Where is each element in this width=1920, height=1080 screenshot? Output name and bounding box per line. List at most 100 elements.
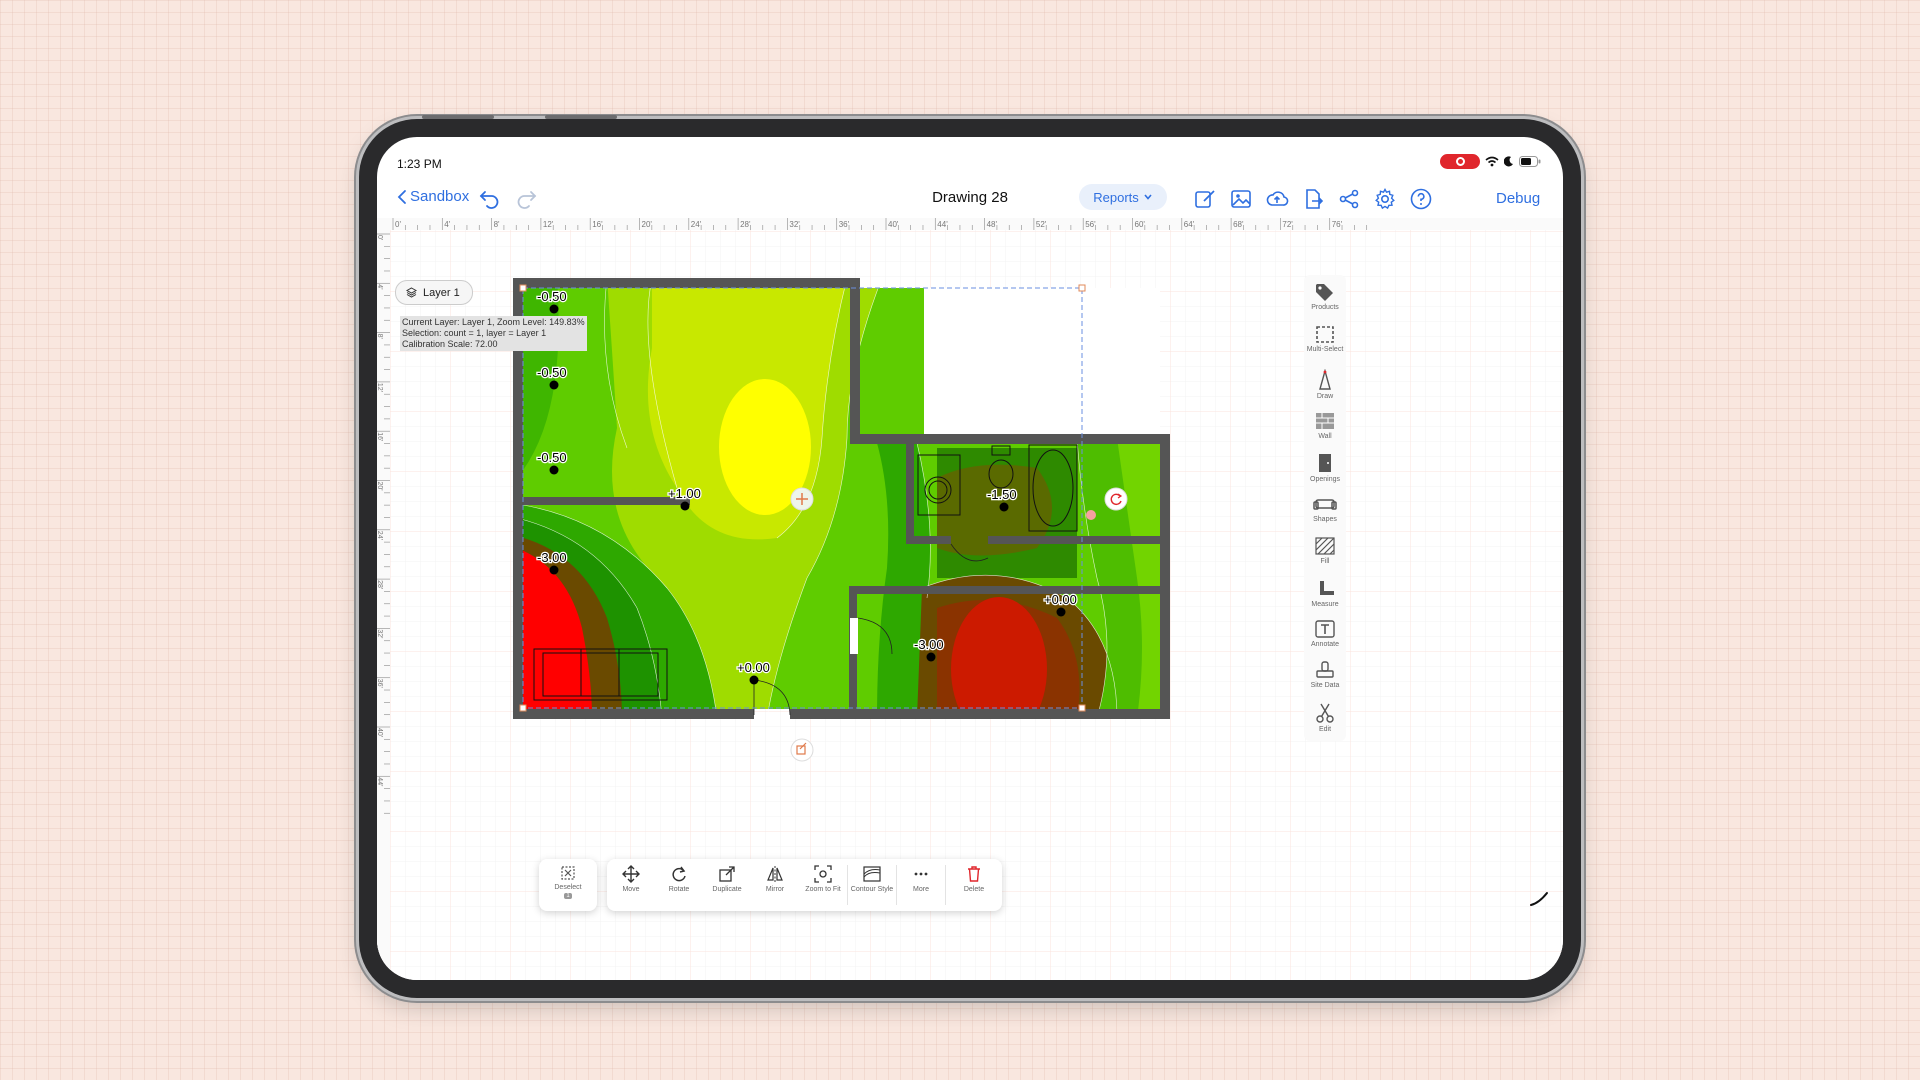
point-label: -0.50 <box>537 289 567 304</box>
ruler-label: 32' <box>377 629 383 638</box>
ruler-label: 60' <box>1135 220 1146 229</box>
tool-multi-select[interactable]: Multi-Select <box>1304 321 1346 361</box>
tool-annotate[interactable]: Annotate <box>1304 616 1346 656</box>
export-document-icon[interactable] <box>1301 187 1325 211</box>
debug-button[interactable]: Debug <box>1496 190 1540 207</box>
tool-palette: Products Multi-Select Draw Wall Openings… <box>1304 275 1346 741</box>
ruler-label: 52' <box>1036 220 1047 229</box>
top-ruler <box>377 218 1563 230</box>
tool-edit[interactable]: Edit <box>1304 699 1346 739</box>
pencil-indicator-icon <box>1530 892 1548 906</box>
ruler-label: 24' <box>377 531 383 540</box>
ruler-label: 40' <box>888 220 899 229</box>
back-button-label: Sandbox <box>410 188 470 205</box>
point-marker[interactable] <box>549 380 559 390</box>
volume-button <box>422 115 494 119</box>
move-handle[interactable] <box>790 487 814 511</box>
tool-products[interactable]: Products <box>1304 279 1346 319</box>
action-label: Mirror <box>765 886 785 893</box>
edge-handle[interactable] <box>1086 510 1096 520</box>
image-icon[interactable] <box>1229 187 1253 211</box>
point-marker[interactable] <box>749 675 759 685</box>
point-marker[interactable] <box>926 652 936 662</box>
point-marker[interactable] <box>549 565 559 575</box>
point-marker[interactable] <box>1056 607 1066 617</box>
mirror-button[interactable]: Mirror <box>751 859 799 911</box>
ruler-label: 44' <box>377 777 383 786</box>
help-icon[interactable] <box>1409 187 1433 211</box>
drawing-canvas[interactable]: 0' 4' 8' 12' 16' 20' 24' 28' 32' 36' 40' 44' 48' 52' 5… <box>377 218 1563 980</box>
power-button <box>545 115 617 119</box>
point-label: +1.00 <box>668 486 701 501</box>
ruler-label: 16' <box>377 432 383 441</box>
ruler-label: 44' <box>937 220 948 229</box>
edit-notes-icon[interactable] <box>1193 187 1217 211</box>
debug-info: Current Layer: Layer 1, Zoom Level: 149.… <box>400 316 587 351</box>
ruler-label: 24' <box>691 220 702 229</box>
contour-style-button[interactable]: Contour Style <box>848 859 896 911</box>
ruler-label: 76' <box>1332 220 1343 229</box>
cloud-upload-icon[interactable] <box>1265 187 1289 211</box>
screen-recording-icon[interactable] <box>1440 154 1480 169</box>
layer-label: Layer 1 <box>423 286 460 299</box>
measure-icon <box>1317 581 1334 595</box>
zoom-to-fit-icon <box>814 865 832 883</box>
share-icon[interactable] <box>1337 187 1361 211</box>
redo-icon[interactable] <box>514 187 538 211</box>
move-button[interactable]: Move <box>607 859 655 911</box>
point-marker[interactable] <box>549 465 559 475</box>
site-data-icon <box>1316 661 1334 678</box>
back-button[interactable]: Sandbox <box>397 188 469 205</box>
tool-shapes[interactable]: Shapes <box>1304 491 1346 531</box>
rotate-button[interactable]: Rotate <box>655 859 703 911</box>
tool-fill[interactable]: Fill <box>1304 533 1346 573</box>
ruler-label: 12' <box>543 220 554 229</box>
layer-selector[interactable]: Layer 1 <box>395 280 473 305</box>
tool-measure[interactable]: Measure <box>1304 574 1346 614</box>
ruler-label: 68' <box>1233 220 1244 229</box>
delete-button[interactable]: Delete <box>946 859 1002 911</box>
reports-dropdown[interactable]: Reports <box>1079 184 1167 210</box>
point-marker[interactable] <box>999 502 1009 512</box>
tool-label: Measure <box>1311 601 1339 608</box>
contour-style-icon <box>863 866 881 882</box>
more-button[interactable]: More <box>897 859 945 911</box>
action-label: Zoom to Fit <box>805 886 841 893</box>
duplicate-icon <box>719 866 735 882</box>
point-label: -3.00 <box>537 550 567 565</box>
copy-handle[interactable] <box>790 738 814 762</box>
tool-openings[interactable]: Openings <box>1304 449 1346 489</box>
trash-icon <box>968 866 980 882</box>
tool-label: Draw <box>1316 393 1334 400</box>
status-time: 1:23 PM <box>397 157 442 171</box>
tool-draw[interactable]: Draw <box>1304 366 1346 406</box>
ruler-label: 28' <box>377 580 383 589</box>
tool-label: Multi-Select <box>1306 346 1344 353</box>
ruler-label: 20' <box>377 482 383 491</box>
point-label: +0.00 <box>1044 592 1077 607</box>
gear-icon[interactable] <box>1373 187 1397 211</box>
selection-count-badge: 1 <box>564 893 572 899</box>
rotate-handle[interactable] <box>1104 487 1128 511</box>
selection-action-bar: Deselect 1 Move Rotate Duplicate Mirror … <box>539 859 1002 911</box>
ruler-label: 0' <box>377 235 383 240</box>
action-label: Delete <box>963 886 985 893</box>
moon-icon <box>1504 156 1513 167</box>
move-icon <box>622 865 640 883</box>
duplicate-button[interactable]: Duplicate <box>703 859 751 911</box>
point-marker[interactable] <box>549 304 559 314</box>
ruler-label: 72' <box>1282 220 1293 229</box>
point-label: -1.50 <box>987 487 1017 502</box>
tool-wall[interactable]: Wall <box>1304 408 1346 448</box>
zoom-to-fit-button[interactable]: Zoom to Fit <box>799 859 847 911</box>
action-group: Move Rotate Duplicate Mirror Zoom to Fit <box>607 859 1002 911</box>
chevron-down-icon <box>1144 194 1152 200</box>
status-bar: 1:23 PM <box>377 137 1563 173</box>
doorway[interactable] <box>850 618 858 654</box>
tool-site-data[interactable]: Site Data <box>1304 657 1346 697</box>
tool-label: Edit <box>1318 726 1332 733</box>
ruler-label: 36' <box>377 679 383 688</box>
point-marker[interactable] <box>680 501 690 511</box>
undo-icon[interactable] <box>478 187 502 211</box>
deselect-button[interactable]: Deselect 1 <box>539 859 597 911</box>
